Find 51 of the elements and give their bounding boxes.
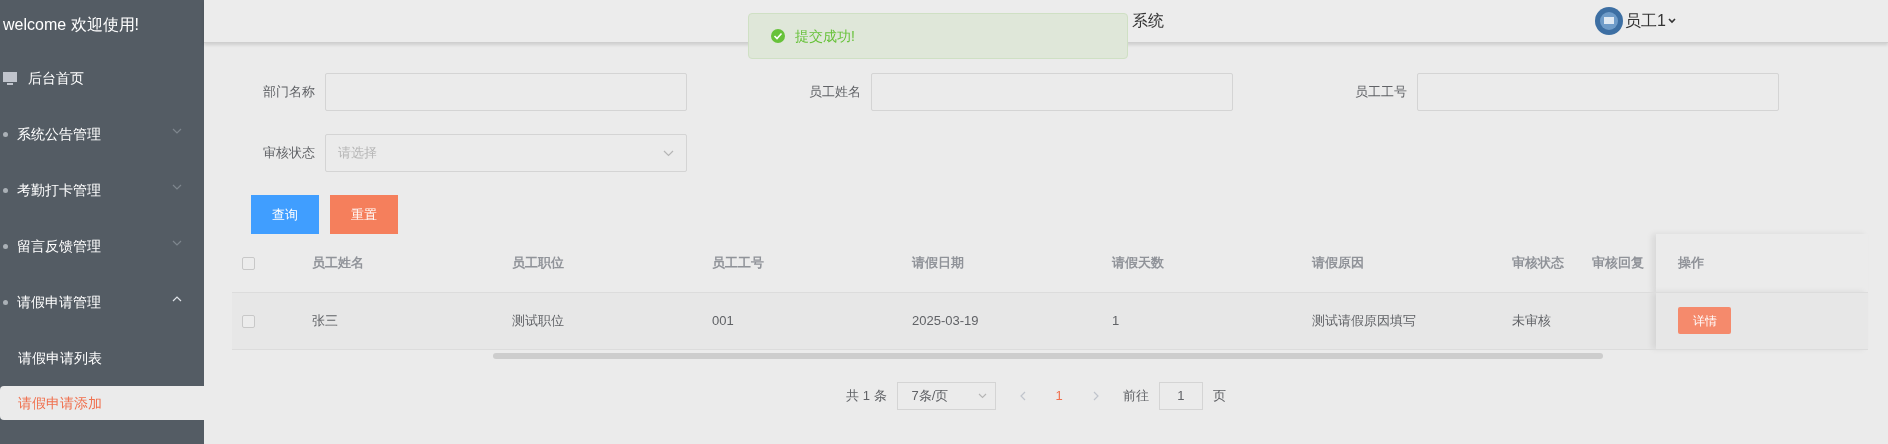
next-icon[interactable] xyxy=(1092,390,1099,401)
column-header: 操作 xyxy=(1678,255,1704,270)
avatar-icon xyxy=(1595,7,1624,35)
submenu-item[interactable]: 请假申请列表 xyxy=(0,341,204,375)
table-cell: 测试职位 xyxy=(512,312,564,328)
column-header: 审核回复 xyxy=(1592,255,1644,270)
app-title: 系统 xyxy=(1132,11,1164,31)
menu-item[interactable]: 考勤打卡管理 xyxy=(17,179,101,201)
table-cell: 张三 xyxy=(312,312,338,328)
menu-item[interactable]: 留言反馈管理 xyxy=(17,235,101,257)
page-size-select[interactable]: 7条/页 xyxy=(896,381,996,410)
field-label: 审核状态 xyxy=(262,144,315,163)
bullet-icon xyxy=(3,299,8,305)
menu-item[interactable]: 请假申请管理 xyxy=(17,291,101,313)
chevron-icon xyxy=(663,149,674,157)
welcome-text: welcome 欢迎使用! xyxy=(2,15,141,35)
column-header: 员工姓名 xyxy=(312,255,364,270)
menu-item[interactable]: 后台首页 xyxy=(28,67,84,89)
table-cell: 1 xyxy=(1112,312,1120,328)
checkbox[interactable] xyxy=(242,257,255,271)
bullet-icon xyxy=(3,187,8,193)
table-cell: 2025-03-19 xyxy=(912,312,979,328)
column-header: 员工工号 xyxy=(712,255,764,270)
column-header: 请假原因 xyxy=(1312,255,1364,270)
column-header: 审核状态 xyxy=(1512,255,1564,270)
bullet-icon xyxy=(3,243,8,249)
user-name[interactable]: 员工1 xyxy=(1625,9,1666,33)
goto-label: 前往 xyxy=(1122,386,1149,405)
field-label: 部门名称 xyxy=(262,83,315,102)
field-label: 员工工号 xyxy=(1354,83,1407,102)
scrollbar[interactable] xyxy=(493,352,1603,359)
toast-message: 提交成功! xyxy=(795,26,855,46)
field-label: 员工姓名 xyxy=(808,83,861,102)
table-cell: 001 xyxy=(712,312,734,328)
column-header: 请假日期 xyxy=(912,255,964,270)
caret-icon xyxy=(1668,18,1676,24)
page-suffix: 页 xyxy=(1212,386,1226,405)
table-cell: 测试请假原因填写 xyxy=(1312,312,1416,328)
menu-item[interactable]: 系统公告管理 xyxy=(17,123,101,145)
bullet-icon xyxy=(3,131,8,137)
total-count: 共 1 条 xyxy=(846,386,887,405)
column-header: 请假天数 xyxy=(1112,255,1164,270)
search-button[interactable]: 查询 xyxy=(251,195,319,234)
page-input[interactable]: 1 xyxy=(1158,381,1203,410)
monitor-icon xyxy=(3,71,17,85)
check-circle-icon xyxy=(771,29,785,43)
checkbox[interactable] xyxy=(242,314,255,328)
chevron-icon xyxy=(977,392,987,399)
table-cell: 未审核 xyxy=(1512,312,1551,328)
column-header: 员工职位 xyxy=(512,255,564,270)
prev-icon[interactable] xyxy=(1019,390,1026,401)
